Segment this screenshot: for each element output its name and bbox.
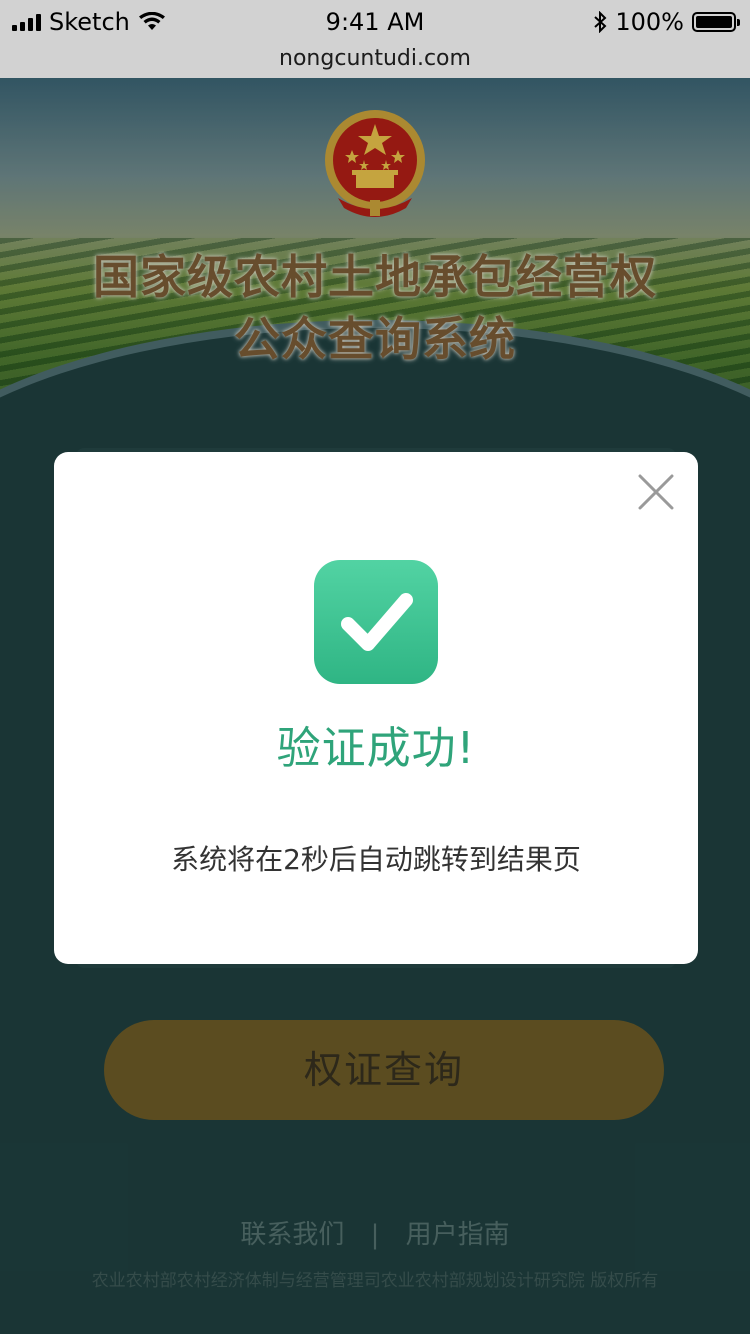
close-icon[interactable] [636,472,676,512]
success-check-icon [314,560,438,684]
modal-title: 验证成功! [276,723,476,774]
success-modal: 验证成功! 系统将在2秒后自动跳转到结果页 [54,452,698,964]
checkmark-icon [341,593,413,651]
modal-message: 系统将在2秒后自动跳转到结果页 [171,843,581,876]
